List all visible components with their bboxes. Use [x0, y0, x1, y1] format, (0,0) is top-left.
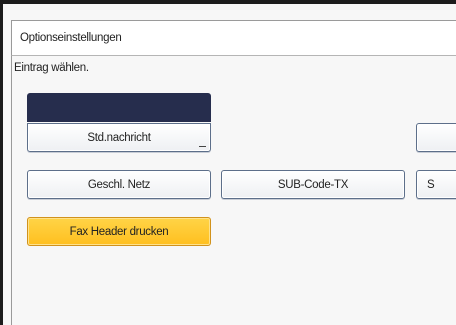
sep-code-button[interactable]: S: [416, 170, 456, 199]
std-nachricht-label: Std.nachricht: [87, 131, 151, 144]
sub-code-tx-button[interactable]: SUB-Code-TX: [221, 170, 405, 199]
blank-option-button[interactable]: [416, 123, 456, 152]
selected-category-header: [27, 93, 211, 122]
geschl-netz-button[interactable]: Geschl. Netz: [27, 170, 211, 199]
fax-header-print-label: Fax Header drucken: [69, 225, 169, 238]
std-nachricht-button[interactable]: Std.nachricht: [27, 123, 211, 152]
sep-code-label: S: [427, 178, 435, 191]
instruction-text: Eintrag wählen.: [14, 62, 89, 74]
fax-header-print-button[interactable]: Fax Header drucken: [27, 217, 211, 246]
window-title: Optionseinstellungen: [11, 20, 456, 56]
geschl-netz-label: Geschl. Netz: [87, 178, 151, 191]
corner-marker-icon: [199, 146, 206, 147]
sub-code-tx-label: SUB-Code-TX: [277, 178, 349, 191]
